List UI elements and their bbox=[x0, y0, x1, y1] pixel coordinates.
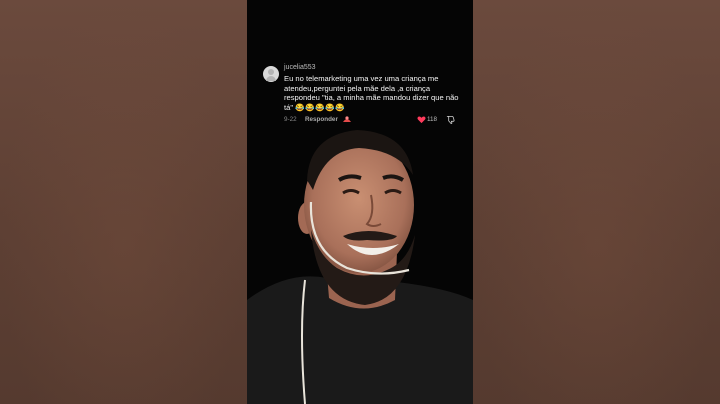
video-frame[interactable]: jucelia553 Eu no telemarketing uma vez u… bbox=[247, 0, 473, 404]
react-sticker-icon[interactable] bbox=[342, 115, 352, 124]
comment-username[interactable]: jucelia553 bbox=[284, 64, 316, 71]
blurred-background-right bbox=[473, 0, 720, 404]
person-video-illustration bbox=[247, 130, 473, 404]
comment-text: Eu no telemarketing uma vez uma criança … bbox=[284, 74, 459, 112]
heart-icon[interactable] bbox=[417, 115, 426, 124]
comment-date: 9-22 bbox=[284, 116, 297, 123]
like-count: 118 bbox=[427, 116, 438, 123]
thumbs-down-icon[interactable] bbox=[446, 115, 455, 124]
reply-button[interactable]: Responder bbox=[305, 116, 338, 123]
comment-emojis: 😂😂😂😂😂 bbox=[295, 102, 345, 112]
user-avatar-icon[interactable] bbox=[263, 66, 279, 82]
blurred-background-left bbox=[0, 0, 247, 404]
comment-meta: 9-22 Responder 118 bbox=[284, 115, 459, 126]
